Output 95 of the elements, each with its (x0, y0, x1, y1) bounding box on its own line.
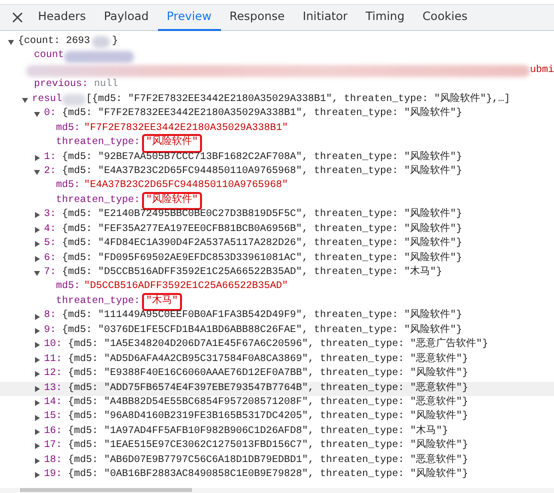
object-summary: {md5: "D5CCB516ADFF3592E1C25A66522B35AD", threaten_type: "木马"} (62, 266, 442, 280)
collapsed-arrow-icon[interactable] (34, 443, 40, 450)
array-index: 7: (44, 266, 56, 280)
object-summary: {md5: "0376DE1FE5CFD1B4A1BD6ABB88C26FAE", threaten_type: "风险软件"} (62, 324, 462, 338)
object-summary: {md5: "E2140B72495BBC0BE0C27D3B819D5F5C", threaten_type: "风险软件"} (62, 208, 462, 222)
array-index: 6: (44, 252, 56, 266)
object-summary: {md5: "FEF35A277EA197EE0CFB81BCB0A6956B", threaten_type: "风险软件"} (62, 222, 462, 237)
object-summary: {md5: "96A8D4160B2319FE3B165B5317DC4205", threaten_type: "风险软件"} (68, 410, 468, 424)
object-summary: {md5: "92BE7AA505B7CCC713BF1682C2AF708A", threaten_type: "风险软件"} (62, 150, 462, 164)
property-key: threaten_type: (56, 194, 140, 208)
expanded-arrow-icon[interactable] (34, 169, 40, 176)
object-summary: {md5: "1EAE515E97CE3062C1275013FBD156C7", threaten_type: "风险软件"} (68, 439, 468, 454)
string-value: "风险软件" (144, 194, 200, 208)
expanded-arrow-icon[interactable] (8, 39, 14, 46)
tab[interactable]: Cookies (414, 5, 477, 31)
array-summary: [{md5: "F7F2E7832EE3442E2180A35029A338B1", threaten_type: "风险软件"},…] (86, 92, 510, 107)
collapsed-arrow-icon[interactable] (34, 314, 40, 320)
array-index: 0: (44, 107, 56, 122)
array-index: 8: (44, 309, 56, 324)
collapsed-arrow-icon[interactable] (34, 386, 40, 392)
array-index: 14: (44, 396, 62, 410)
redacted-blur (64, 50, 134, 63)
array-index: 12: (44, 367, 62, 382)
array-index: 11: (44, 352, 62, 367)
object-summary: {md5: "111449A95C0EEF0B0AF1FA3B542D49F9", threaten_type: "风险软件"} (62, 309, 462, 324)
string-value: "F7F2E7832EE3442E2180A35029A338B1" (84, 122, 288, 136)
array-index: 1: (44, 150, 56, 164)
collapsed-arrow-icon[interactable] (34, 212, 40, 218)
property-key: count (34, 49, 64, 64)
horizontal-scrollbar[interactable] (0, 488, 554, 493)
array-index: 4: (44, 222, 56, 237)
object-summary: {md5: "1A97AD4FF5AFB10F982B906C1D26AFD8", threaten_type: "木马"} (68, 424, 448, 439)
property-key: md5: (56, 179, 80, 194)
array-index: 19: (44, 468, 62, 482)
array-index: 9: (44, 324, 56, 338)
string-value: "D5CCB516ADFF3592E1C25A66522B35AD" (84, 280, 288, 294)
collapsed-arrow-icon[interactable] (34, 256, 40, 262)
tab[interactable]: Response (220, 5, 294, 31)
redacted-blur (62, 94, 86, 106)
close-icon (12, 12, 23, 23)
expanded-arrow-icon[interactable] (34, 270, 40, 276)
object-summary: {md5: "FD095F69502AE9EFDC853D33961081AC", threaten_type: "风险软件"} (62, 252, 462, 266)
redacted-blur (92, 36, 110, 48)
expanded-arrow-icon[interactable] (22, 96, 28, 103)
collapsed-arrow-icon[interactable] (34, 328, 40, 334)
array-index: 2: (44, 164, 56, 179)
property-value: null (94, 78, 118, 92)
array-index: 15: (44, 410, 62, 424)
scrollbar-thumb[interactable] (20, 488, 192, 492)
collapsed-arrow-icon[interactable] (34, 400, 40, 406)
object-summary: {md5: "F7F2E7832EE3442E2180A35029A338B1", threaten_type: "风险软件"} (62, 107, 462, 122)
array-index: 10: (44, 338, 62, 352)
object-summary: {count: 2693 (18, 35, 90, 49)
collapsed-arrow-icon[interactable] (34, 458, 40, 464)
tab[interactable]: Initiator (294, 5, 357, 31)
tab[interactable]: Payload (94, 5, 158, 31)
string-value: "风险软件" (144, 136, 200, 151)
property-key: previous: (34, 78, 88, 93)
object-summary: {md5: "AD5D6AFA4A2CB95C317584F0A8CA3869", threaten_type: "恶意软件"} (68, 352, 468, 367)
array-index: 18: (44, 454, 62, 468)
collapsed-arrow-icon[interactable] (34, 414, 40, 421)
collapsed-arrow-icon[interactable] (34, 342, 40, 348)
tab[interactable]: Headers (29, 5, 95, 31)
object-summary: {md5: "E9388F40E16C6060AAAE76D12EF0A7BB", threaten_type: "风险软件"} (68, 367, 468, 382)
collapsed-arrow-icon[interactable] (34, 472, 40, 478)
collapsed-arrow-icon[interactable] (34, 429, 40, 436)
object-summary: {md5: "ADD75FB6574E4F397EBE793547B7764B", threaten_type: "恶意软件"} (68, 382, 468, 396)
array-index: 13: (44, 382, 62, 396)
array-index: 17: (44, 439, 62, 454)
string-value: "木马" (144, 294, 180, 310)
expanded-arrow-icon[interactable] (34, 111, 40, 118)
array-index: 3: (44, 208, 56, 222)
collapsed-arrow-icon[interactable] (34, 226, 40, 233)
collapsed-arrow-icon[interactable] (34, 241, 40, 248)
collapsed-arrow-icon[interactable] (34, 154, 40, 161)
object-summary: {md5: "4FD84EC1A390D4F2A537A5117A282D26", threaten_type: "风险软件"} (62, 237, 462, 252)
array-index: 16: (44, 424, 62, 439)
property-key: md5: (56, 280, 80, 295)
tab[interactable]: Preview (158, 5, 220, 31)
tab[interactable]: Timing (356, 5, 414, 31)
object-summary: {md5: "AB6D07E9B7797C56C6A18D1DB79EDBD1", threaten_type: "恶意软件"} (68, 454, 468, 468)
property-key: md5: (56, 122, 80, 136)
array-index: 5: (44, 237, 56, 252)
object-summary: {md5: "E4A37B23C2D65FC944850110A9765968", threaten_type: "风险软件"} (62, 164, 462, 179)
property-key: threaten_type: (56, 294, 140, 310)
property-value: ubmi (530, 64, 554, 78)
string-value: "E4A37B23C2D65FC944850110A9765968" (84, 179, 288, 194)
object-summary-end: } (112, 35, 118, 49)
collapsed-arrow-icon[interactable] (34, 356, 40, 363)
object-summary: {md5: "0AB16BF2883AC8490858C1E0B9E79828", threaten_type: "风险软件"} (68, 468, 468, 482)
property-key: threaten_type: (56, 136, 140, 151)
collapsed-arrow-icon[interactable] (34, 371, 40, 378)
property-key: resul (32, 92, 62, 108)
object-summary: {md5: "A4BB82D54E55BC6854F957208571208F", threaten_type: "恶意软件"} (68, 396, 468, 410)
object-summary: {md5: "1A5E348204D206D7A1E45F67A6C20596", threaten_type: "恶意广告软件"} (68, 338, 488, 352)
